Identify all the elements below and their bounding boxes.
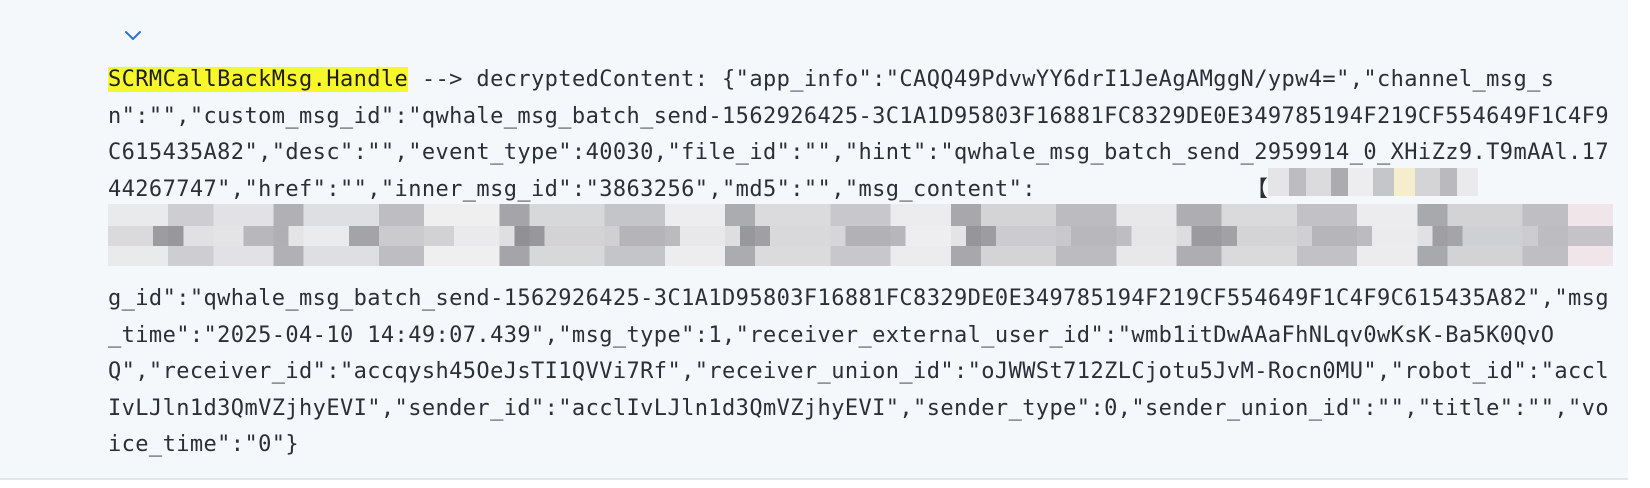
redacted-region-dark xyxy=(108,226,1613,246)
scrollbar-gutter xyxy=(1628,0,1650,488)
log-entry-panel: SCRMCallBackMsg.Handle --> decryptedCont… xyxy=(0,0,1628,480)
expand-toggle[interactable] xyxy=(120,24,146,48)
chevron-down-icon xyxy=(125,31,141,40)
log-tag-highlight: SCRMCallBackMsg.Handle xyxy=(108,67,409,92)
log-content-after: g_id":"qwhale_msg_batch_send-1562926425-… xyxy=(108,286,1609,457)
redacted-region-inline xyxy=(1268,168,1478,196)
redacted-tail-char: 【 xyxy=(1245,176,1269,202)
